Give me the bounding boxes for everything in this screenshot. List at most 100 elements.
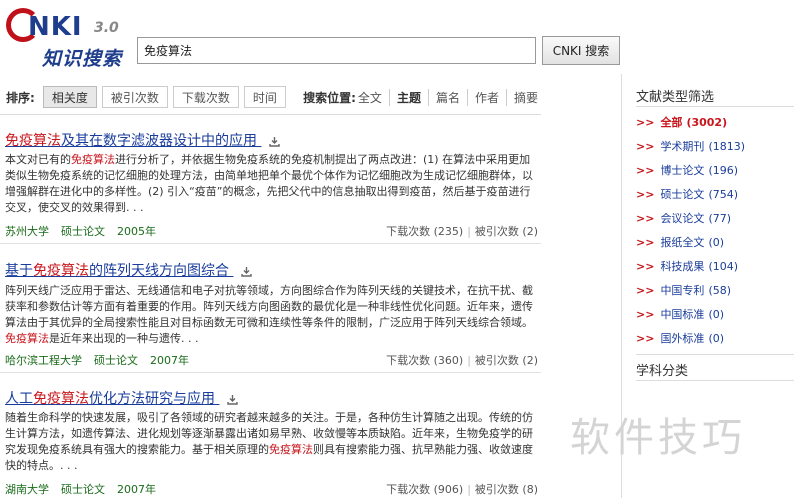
search-input[interactable] [137, 37, 536, 64]
arrow-icon: >> [636, 164, 655, 177]
abstract-highlight: 免疫算法 [269, 443, 313, 456]
filter-item-patent[interactable]: >> 中国专利 (58) [636, 282, 731, 298]
result-type: 硕士论文 [94, 354, 138, 367]
abstract-highlight: 免疫算法 [71, 153, 115, 166]
watermark-text: 软件技巧 [570, 415, 746, 461]
result-downloads: 下载次数 (360) [386, 354, 464, 367]
scope-label: 搜索位置: [303, 90, 356, 105]
arrow-icon: >> [636, 140, 655, 153]
abstract-text: 阵列天线广泛应用于雷达、无线通信和电子对抗等领域，方向图综合作为阵列天线的关键技… [5, 284, 533, 329]
filter-label: 博士论文 [660, 164, 705, 177]
result-stats: 下载次数 (235) | 被引次数 (2) [386, 223, 538, 239]
result-divider [0, 243, 541, 244]
cnki-logo[interactable]: NKI 3.0 知识搜索 [6, 6, 136, 70]
filter-item-newspaper[interactable]: >> 报纸全文 (0) [636, 234, 724, 250]
filter-item-all[interactable]: >> 全部 (3002) [636, 114, 727, 130]
filter-count: (1813) [708, 140, 746, 153]
arrow-icon: >> [636, 332, 655, 345]
arrow-icon: >> [636, 284, 655, 297]
filter-label: 硕士论文 [660, 188, 705, 201]
result-citations: 被引次数 (2) [474, 354, 538, 367]
arrow-icon: >> [636, 116, 655, 129]
filter-label: 学术期刊 [660, 140, 705, 153]
arrow-icon: >> [636, 188, 655, 201]
sort-bar: 排序: 相关度 被引次数 下载次数 时间 搜索位置: 全文 主题 篇名 作者 摘… [0, 84, 545, 110]
scope-author[interactable]: 作者 [466, 88, 506, 106]
filter-item-phd[interactable]: >> 博士论文 (196) [636, 162, 738, 178]
result-title-text: 人工 [5, 391, 33, 407]
result-abstract: 随着生命科学的快速发展，吸引了各领域的研究者越来越多的关注。于是，各种仿生计算随… [5, 410, 538, 474]
scope-subject[interactable]: 主题 [388, 88, 428, 106]
filter-label: 中国专利 [660, 284, 705, 297]
result-divider [0, 372, 541, 373]
arrow-icon: >> [636, 308, 655, 321]
filter-count: (58) [708, 284, 732, 297]
filter-count: (3002) [686, 116, 728, 129]
divider [636, 354, 794, 355]
sort-tab-citations[interactable]: 被引次数 [101, 86, 168, 108]
arrow-icon: >> [636, 236, 655, 249]
stats-separator: | [467, 354, 471, 367]
sort-tab-time[interactable]: 时间 [243, 86, 286, 108]
download-icon[interactable] [227, 394, 239, 405]
logo-cn-text: 知识搜索 [42, 48, 123, 70]
stats-separator: | [467, 483, 471, 496]
filter-label: 全部 [660, 116, 683, 129]
filter-count: (196) [708, 164, 739, 177]
result-title-highlight: 免疫算法 [5, 133, 61, 149]
sort-tab-downloads[interactable]: 下载次数 [172, 86, 239, 108]
result-stats: 下载次数 (360) | 被引次数 (2) [386, 352, 538, 368]
result-meta: 湖南大学 硕士论文 2007年 下载次数 (906) | 被引次数 (8) [5, 481, 538, 497]
download-icon[interactable] [269, 136, 281, 147]
logo-version: 3.0 [94, 20, 119, 36]
result-citations: 被引次数 (8) [474, 483, 538, 496]
result-org[interactable]: 哈尔滨工程大学 [5, 352, 82, 368]
filter-item-achievements[interactable]: >> 科技成果 (104) [636, 258, 738, 274]
result-title-link[interactable]: 免疫算法及其在数字滤波器设计中的应用 [5, 130, 281, 150]
sort-label: 排序: [6, 90, 35, 105]
filter-label: 科技成果 [660, 260, 705, 273]
result-type: 硕士论文 [61, 225, 105, 238]
filter-item-master[interactable]: >> 硕士论文 (754) [636, 186, 738, 202]
arrow-icon: >> [636, 212, 655, 225]
filter-count: (77) [708, 212, 732, 225]
download-icon[interactable] [241, 266, 253, 277]
result-citations: 被引次数 (2) [474, 225, 538, 238]
filter-count: (0) [708, 308, 725, 321]
search-button[interactable]: CNKI 搜索 [542, 36, 620, 65]
result-downloads: 下载次数 (906) [386, 483, 464, 496]
scope-title[interactable]: 篇名 [427, 88, 467, 106]
result-abstract: 本文对已有的免疫算法进行分析了，并依据生物免疫系统的免疫机制提出了两点改进：(1… [5, 152, 538, 216]
filter-item-cn-standard[interactable]: >> 中国标准 (0) [636, 306, 724, 322]
stats-separator: | [467, 225, 471, 238]
scope-fulltext[interactable]: 全文 [356, 89, 389, 106]
filter-label: 国外标准 [660, 332, 705, 345]
result-meta: 哈尔滨工程大学 硕士论文 2007年 下载次数 (360) | 被引次数 (2) [5, 352, 538, 368]
result-year: 2007年 [117, 483, 156, 496]
filter-count: (0) [708, 332, 725, 345]
abstract-text: 本文对已有的 [5, 153, 71, 166]
filter-item-foreign-standard[interactable]: >> 国外标准 (0) [636, 330, 724, 346]
sort-tab-relevance[interactable]: 相关度 [42, 86, 97, 108]
filter-title: 文献类型筛选 [636, 90, 715, 105]
scope-abstract[interactable]: 摘要 [505, 88, 545, 106]
filter-count: (754) [708, 188, 739, 201]
result-title-link[interactable]: 基于免疫算法的阵列天线方向图综合 [5, 260, 253, 280]
result-title-text: 基于 [5, 263, 33, 279]
result-org[interactable]: 苏州大学 [5, 223, 49, 239]
abstract-text: 是近年来出现的一种与遗传. . . [49, 332, 199, 345]
result-year: 2005年 [117, 225, 156, 238]
result-downloads: 下载次数 (235) [386, 225, 464, 238]
result-org[interactable]: 湖南大学 [5, 481, 49, 497]
divider [636, 380, 794, 381]
result-title-link[interactable]: 人工免疫算法优化方法研究与应用 [5, 388, 239, 408]
divider [0, 114, 541, 115]
logo-brand: NKI [28, 12, 83, 42]
filter-item-journal[interactable]: >> 学术期刊 (1813) [636, 138, 745, 154]
divider [636, 106, 794, 107]
filter-item-conference[interactable]: >> 会议论文 (77) [636, 210, 731, 226]
filter-count: (104) [708, 260, 739, 273]
filter-count: (0) [708, 236, 725, 249]
arrow-icon: >> [636, 260, 655, 273]
result-title-text: 及其在数字滤波器设计中的应用 [61, 133, 257, 149]
